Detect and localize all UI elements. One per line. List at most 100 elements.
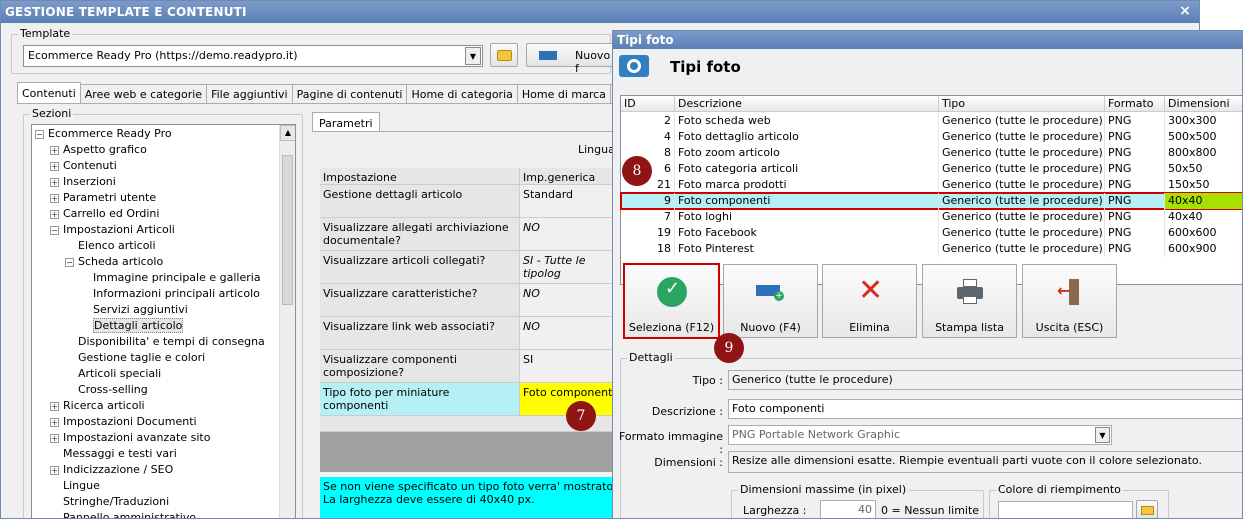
colore-picker-button[interactable]	[1136, 500, 1158, 518]
expand-icon[interactable]: +	[50, 433, 59, 443]
param-row[interactable]: Visualizzare allegati archiviazione docu…	[320, 218, 620, 251]
table-cell: 300x300	[1165, 113, 1242, 129]
tab-parametri[interactable]: Parametri	[312, 112, 380, 132]
new-template-button[interactable]: Nuovo f	[526, 43, 616, 75]
tree-item[interactable]: Elenco articoli	[65, 238, 156, 254]
table-cell: Foto Pinterest	[675, 241, 939, 257]
expand-icon[interactable]: +	[50, 177, 59, 187]
tree-item[interactable]: + Ricerca articoli	[50, 398, 145, 414]
tree-item[interactable]: Stringhe/Traduzioni	[50, 494, 169, 510]
tree-item[interactable]: + Carrello ed Ordini	[50, 206, 159, 222]
tree-item[interactable]: Disponibilita' e tempi di consegna	[65, 334, 265, 350]
param-row[interactable]: Visualizzare link web associati? NO	[320, 317, 620, 350]
sections-tree[interactable]: ▲ − Ecommerce Ready Pro + Aspetto grafico + C…	[31, 124, 296, 518]
tree-item[interactable]: Immagine principale e galleria	[80, 270, 261, 286]
table-row[interactable]: 8 Foto zoom articolo Generico (tutte le pr…	[621, 145, 1242, 161]
table-row[interactable]: 4 Foto dettaglio articolo Generico (tutte …	[621, 129, 1242, 145]
column-header[interactable]: Dimensioni	[1165, 96, 1242, 112]
param-row[interactable]: Visualizzare componenti composizione? SI	[320, 350, 620, 383]
tab-0[interactable]: Contenuti	[17, 82, 81, 104]
tree-item[interactable]: Servizi aggiuntivi	[80, 302, 188, 318]
step-badge-9: 9	[714, 333, 744, 363]
tab-3[interactable]: Pagine di contenuti	[291, 84, 408, 104]
close-icon[interactable]: ×	[1179, 3, 1191, 19]
scroll-up-icon[interactable]: ▲	[280, 125, 295, 141]
tree-item[interactable]: + Impostazioni Documenti	[50, 414, 197, 430]
tree-item[interactable]: − Impostazioni Articoli	[50, 222, 175, 238]
table-cell: Foto zoom articolo	[675, 145, 939, 161]
uscita-button[interactable]: ← Uscita (ESC)	[1022, 264, 1117, 338]
tree-item[interactable]: − Ecommerce Ready Pro	[35, 126, 172, 142]
tab-5[interactable]: Home di marca	[516, 84, 611, 104]
collapse-icon[interactable]: −	[50, 225, 59, 235]
descrizione-field[interactable]: Foto componenti	[728, 399, 1242, 419]
open-folder-button[interactable]	[490, 43, 518, 67]
tree-item[interactable]: Articoli speciali	[65, 366, 161, 382]
table-row[interactable]: 6 Foto categoria articoli Generico (tutte …	[621, 161, 1242, 177]
button-label: Nuovo (F4)	[740, 321, 801, 334]
column-header[interactable]: ID	[621, 96, 675, 112]
collapse-icon[interactable]: −	[35, 129, 44, 139]
tree-item[interactable]: + Inserzioni	[50, 174, 116, 190]
table-row[interactable]: 19 Foto Facebook Generico (tutte le proced…	[621, 225, 1242, 241]
collapse-icon[interactable]: −	[65, 257, 74, 267]
expand-icon[interactable]: +	[50, 417, 59, 427]
tree-item[interactable]: Gestione taglie e colori	[65, 350, 205, 366]
param-row[interactable]: Visualizzare articoli collegati? SI - Tut…	[320, 251, 620, 284]
elimina-button[interactable]: ✕ Elimina	[822, 264, 917, 338]
table-row[interactable]: 2 Foto scheda web Generico (tutte le proce…	[621, 113, 1242, 129]
dimensioni-label: Dimensioni :	[654, 456, 723, 469]
expand-icon[interactable]: +	[50, 145, 59, 155]
larghezza-field[interactable]: 40	[820, 500, 876, 518]
tree-item[interactable]: + Aspetto grafico	[50, 142, 147, 158]
tree-item[interactable]: + Contenuti	[50, 158, 117, 174]
column-header[interactable]: Formato	[1105, 96, 1165, 112]
param-row[interactable]: Gestione dettagli articolo Standard	[320, 185, 620, 218]
table-row[interactable]: 7 Foto loghi Generico (tutte le procedure)…	[621, 209, 1242, 225]
tree-item[interactable]: Cross-selling	[65, 382, 148, 398]
chevron-down-icon[interactable]: ▼	[465, 47, 481, 65]
tab-2[interactable]: File aggiuntivi	[206, 84, 293, 104]
tab-4[interactable]: Home di categoria	[406, 84, 518, 104]
tree-item[interactable]: − Scheda articolo	[65, 254, 163, 270]
param-value[interactable]: NO	[520, 284, 620, 316]
tree-item[interactable]: Informazioni principali articolo	[80, 286, 260, 302]
tree-item[interactable]: Messaggi e testi vari	[50, 446, 177, 462]
tree-item[interactable]: Dettagli articolo	[80, 318, 184, 334]
tree-item[interactable]: + Impostazioni avanzate sito	[50, 430, 210, 446]
tree-item[interactable]: + Parametri utente	[50, 190, 156, 206]
expand-icon[interactable]: +	[50, 465, 59, 475]
colore-field[interactable]	[998, 501, 1133, 518]
stampa-button[interactable]: Stampa lista	[922, 264, 1017, 338]
param-value[interactable]: NO	[520, 317, 620, 349]
table-cell: 500x500	[1165, 129, 1242, 145]
expand-icon[interactable]: +	[50, 401, 59, 411]
tab-1[interactable]: Aree web e categorie	[79, 84, 208, 104]
param-value[interactable]: SI	[520, 350, 620, 382]
chevron-down-icon[interactable]: ▼	[1095, 427, 1110, 443]
scroll-thumb[interactable]	[282, 155, 293, 305]
column-header[interactable]: Tipo	[939, 96, 1105, 112]
tree-item[interactable]: Lingue	[50, 478, 100, 494]
param-value[interactable]: SI - Tutte le tipolog	[520, 251, 620, 283]
formato-select[interactable]: PNG Portable Network Graphic ▼	[728, 425, 1112, 445]
tree-item[interactable]: Pannello amministrativo	[50, 510, 196, 518]
table-row[interactable]: 18 Foto Pinterest Generico (tutte le proce…	[621, 241, 1242, 257]
tree-item[interactable]: + Indicizzazione / SEO	[50, 462, 173, 478]
param-value[interactable]: NO	[520, 218, 620, 250]
template-select[interactable]: Ecommerce Ready Pro (https://demo.readyp…	[23, 45, 483, 67]
tipi-foto-table: ID Descrizione Tipo Formato Dimensioni 2 Foto …	[620, 95, 1242, 285]
table-row[interactable]: 21 Foto marca prodotti Generico (tutte le …	[621, 177, 1242, 193]
expand-icon[interactable]: +	[50, 209, 59, 219]
table-row[interactable]: 9 Foto componenti Generico (tutte le proce…	[620, 192, 1242, 210]
column-header[interactable]: Descrizione	[675, 96, 939, 112]
new-template-label: Nuovo f	[575, 49, 611, 75]
tree-scrollbar[interactable]: ▲	[279, 125, 295, 518]
expand-icon[interactable]: +	[50, 193, 59, 203]
expand-icon[interactable]: +	[50, 161, 59, 171]
param-row[interactable]: Visualizzare caratteristiche? NO	[320, 284, 620, 317]
param-value[interactable]: Standard	[520, 185, 620, 217]
nuovo-button[interactable]: + Nuovo (F4)	[723, 264, 818, 338]
